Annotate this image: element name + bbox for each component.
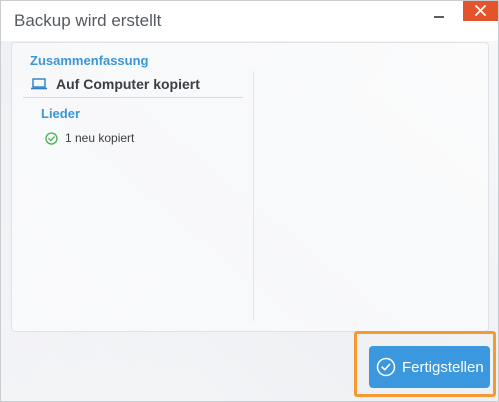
check-circle-icon (376, 357, 396, 377)
section-title: Auf Computer kopiert (56, 76, 200, 92)
backup-dialog: Backup wird erstellt Zusammenfassung Auf… (0, 0, 499, 402)
summary-legend: Zusammenfassung (30, 53, 149, 68)
list-item: 1 neu kopiert (45, 131, 134, 145)
close-button[interactable] (463, 1, 498, 21)
finish-button-label: Fertigstellen (402, 358, 484, 376)
laptop-icon (31, 78, 47, 90)
close-icon (475, 5, 486, 16)
section-divider (23, 97, 243, 98)
panel-divider (253, 71, 254, 321)
minimize-button[interactable] (431, 7, 447, 23)
window-title: Backup wird erstellt (14, 11, 162, 30)
title-bar: Backup wird erstellt (1, 1, 498, 41)
copied-to-computer-section: Auf Computer kopiert (30, 76, 200, 92)
finish-button[interactable]: Fertigstellen (369, 346, 490, 388)
category-songs: Lieder (41, 106, 81, 121)
item-text: 1 neu kopiert (65, 131, 135, 145)
check-circle-icon (45, 131, 58, 145)
summary-panel: Zusammenfassung Auf Computer kopiert Lie… (11, 42, 489, 332)
